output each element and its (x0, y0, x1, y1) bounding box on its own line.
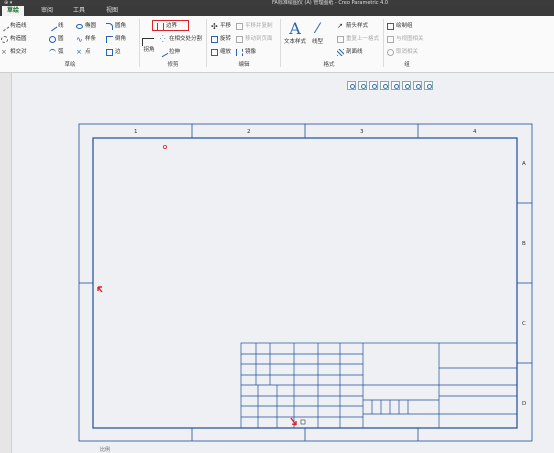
zone-label-top: 2 (247, 129, 251, 135)
title-block (240, 342, 518, 429)
zone-label-right: C (522, 321, 526, 327)
zone-label-right: B (522, 241, 526, 247)
zone-label-top: 4 (473, 129, 477, 135)
sheet-outer-border (78, 123, 533, 442)
status-text: 比例 (100, 447, 111, 453)
cursor-arrow-icon (97, 286, 103, 293)
origin-marker-icon (162, 144, 167, 149)
cursor-arrow-icon (290, 417, 297, 426)
zone-label-right: D (522, 401, 526, 407)
zone-label-top: 3 (360, 129, 364, 135)
title-block-frame (240, 342, 518, 429)
sheet-inner-border (92, 137, 518, 429)
zone-label-top: 1 (134, 129, 138, 135)
zone-label-right: A (522, 161, 526, 167)
drawing-sheet: 1 2 3 4 A B C D (78, 123, 533, 442)
snap-point-icon (300, 419, 306, 425)
